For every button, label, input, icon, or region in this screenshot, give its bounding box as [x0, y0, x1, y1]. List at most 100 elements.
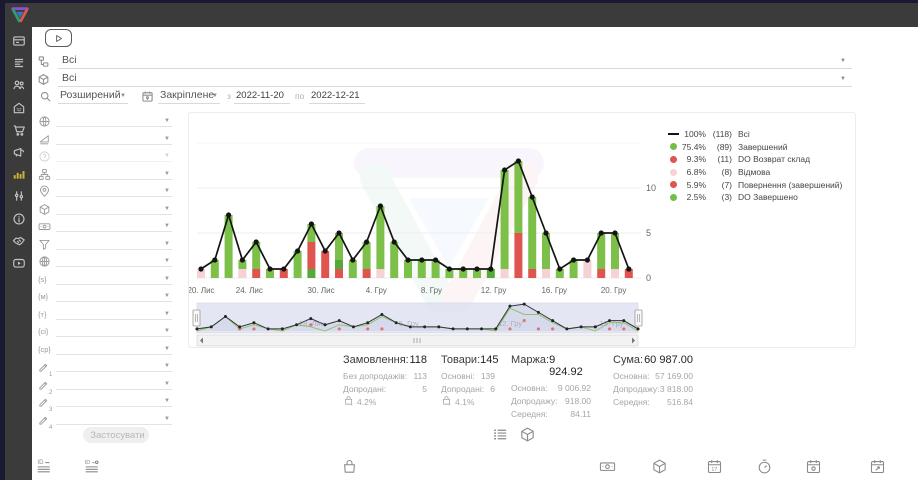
total-line-marker[interactable]	[295, 248, 300, 253]
bar-segment[interactable]	[528, 197, 536, 269]
total-line-marker[interactable]	[626, 266, 631, 271]
total-line-marker[interactable]	[612, 230, 617, 235]
column-calendar-badge-icon[interactable]	[805, 458, 822, 475]
total-line-marker[interactable]	[267, 266, 272, 271]
bar-segment[interactable]	[418, 260, 426, 278]
app-logo-icon[interactable]	[9, 4, 31, 26]
total-line-marker[interactable]	[350, 257, 355, 262]
total-line-marker[interactable]	[405, 257, 410, 262]
bar-segment[interactable]	[349, 260, 357, 278]
filter-row-help[interactable]: ▼	[36, 149, 176, 165]
filter-row-banknote[interactable]: ▼	[36, 219, 176, 235]
bar-segment[interactable]	[611, 269, 619, 278]
bar-segment[interactable]	[597, 269, 605, 278]
bar-segment[interactable]	[363, 269, 371, 278]
column-id-card-icon[interactable]: ID	[84, 458, 101, 475]
toggle-list-view[interactable]	[492, 426, 509, 443]
source-filter-select[interactable]: Всі ▼	[58, 52, 852, 69]
navigator-left-handle[interactable]	[193, 310, 200, 326]
bar-segment[interactable]	[376, 269, 384, 278]
bar-segment[interactable]	[321, 251, 329, 278]
search-mode-select[interactable]: Розширений ▼	[58, 88, 128, 104]
bar-segment[interactable]	[335, 260, 343, 269]
filter-row-pencil1[interactable]: 1▼	[36, 359, 176, 375]
filter-row-pencil3[interactable]: 3▼	[36, 394, 176, 410]
total-line-marker[interactable]	[530, 194, 535, 199]
total-line-marker[interactable]	[543, 230, 548, 235]
tutorial-video-button[interactable]	[45, 29, 72, 47]
total-line-marker[interactable]	[585, 257, 590, 262]
bar-segment[interactable]	[501, 269, 509, 278]
filter-row-funnel[interactable]: ▼	[36, 237, 176, 253]
chart-scrollbar[interactable]	[197, 335, 638, 346]
total-line-marker[interactable]	[392, 239, 397, 244]
bar-segment[interactable]	[514, 233, 522, 278]
column-calendar-date-icon[interactable]: 17	[706, 458, 723, 475]
total-line-marker[interactable]	[447, 266, 452, 271]
filter-row-slope[interactable]: ▼	[36, 132, 176, 148]
filter-row-pencil2[interactable]: 2▼	[36, 377, 176, 393]
filter-row-pin[interactable]: ▼	[36, 184, 176, 200]
total-line-marker[interactable]	[433, 257, 438, 262]
bar-segment[interactable]	[238, 269, 246, 278]
total-line-marker[interactable]	[323, 248, 328, 253]
total-line-marker[interactable]	[378, 203, 383, 208]
total-line-marker[interactable]	[461, 266, 466, 271]
filter-row-pencil4[interactable]: 4▼	[36, 412, 176, 428]
legend-item[interactable]: 5.9%(7)Повернення (завершений)	[667, 178, 842, 191]
bar-segment[interactable]	[335, 269, 343, 278]
bar-segment[interactable]	[307, 269, 315, 278]
total-line-marker[interactable]	[364, 239, 369, 244]
sidebar-item-cart[interactable]	[12, 123, 26, 137]
total-line-marker[interactable]	[240, 257, 245, 262]
filter-row-utm-cr[interactable]: {cр}▼	[36, 342, 176, 358]
filter-row-utm-t[interactable]: {т}▼	[36, 307, 176, 323]
column-timer-icon[interactable]	[756, 458, 773, 475]
filter-row-utm-ci[interactable]: {cі}▼	[36, 324, 176, 340]
sidebar-item-store[interactable]	[12, 101, 26, 115]
total-line-marker[interactable]	[516, 158, 521, 163]
filter-row-utm-m[interactable]: {м}▼	[36, 289, 176, 305]
filter-row-globe[interactable]: ▼	[36, 254, 176, 270]
date-to-input[interactable]: 2022-12-21	[309, 88, 365, 104]
total-line-marker[interactable]	[557, 266, 562, 271]
sidebar-item-info[interactable]	[12, 212, 26, 226]
column-id-rows-icon[interactable]: ID	[36, 458, 53, 475]
date-from-input[interactable]: 2022-11-20	[234, 88, 290, 104]
product-filter-select[interactable]: Всі ▼	[58, 70, 852, 87]
sidebar-item-customers[interactable]	[12, 78, 26, 92]
bar-segment[interactable]	[542, 269, 550, 278]
sidebar-item-dashboard[interactable]	[12, 34, 26, 48]
total-line-marker[interactable]	[309, 221, 314, 226]
filter-row-sitemap[interactable]: ▼	[36, 167, 176, 183]
total-line-marker[interactable]	[571, 257, 576, 262]
legend-item[interactable]: 75.4%(89)Завершений	[667, 141, 842, 154]
bar-segment[interactable]	[390, 242, 398, 278]
legend-item[interactable]: 2.5%(3)DO Завершено	[667, 191, 842, 204]
sidebar-item-orders-list[interactable]	[12, 56, 26, 70]
column-bag-icon[interactable]	[341, 458, 358, 475]
bar-segment[interactable]	[252, 269, 260, 278]
bar-segment[interactable]	[307, 242, 315, 269]
column-banknote-icon[interactable]	[599, 458, 616, 475]
total-line-marker[interactable]	[198, 266, 203, 271]
total-line-marker[interactable]	[254, 239, 259, 244]
column-calendar-export-icon[interactable]	[869, 458, 886, 475]
sidebar-item-analytics[interactable]	[12, 167, 26, 181]
filter-row-utm-s[interactable]: {s}▼	[36, 272, 176, 288]
navigator-right-handle[interactable]	[635, 310, 642, 326]
column-box-icon[interactable]	[651, 458, 668, 475]
period-mode-select[interactable]: Закріплене ▼	[158, 88, 220, 104]
total-line-marker[interactable]	[336, 230, 341, 235]
total-line-marker[interactable]	[226, 212, 231, 217]
bar-segment[interactable]	[514, 161, 522, 233]
total-line-marker[interactable]	[419, 257, 424, 262]
sidebar-item-video[interactable]	[12, 256, 26, 270]
sidebar-item-partners[interactable]	[12, 234, 26, 248]
apply-filters-button[interactable]: Застосувати	[83, 427, 149, 443]
total-line-marker[interactable]	[599, 230, 604, 235]
total-line-marker[interactable]	[488, 266, 493, 271]
total-line-marker[interactable]	[502, 167, 507, 172]
legend-item[interactable]: 9.3%(11)DO Возврат склад	[667, 153, 842, 166]
total-line-marker[interactable]	[474, 266, 479, 271]
